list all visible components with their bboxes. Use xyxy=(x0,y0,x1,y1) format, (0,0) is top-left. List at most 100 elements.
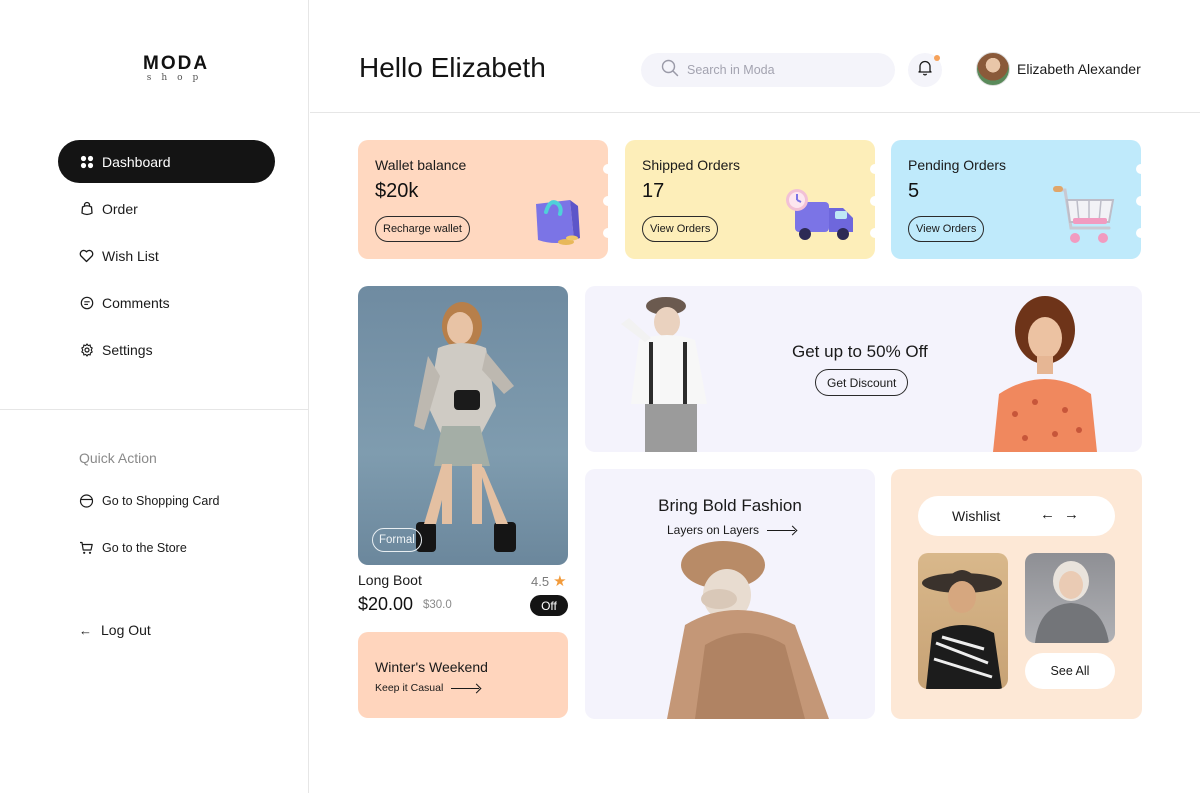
card-notch xyxy=(603,196,608,206)
card-notch xyxy=(870,164,875,174)
pending-value: 5 xyxy=(908,180,920,202)
card-notch xyxy=(870,228,875,238)
bold-fashion-card: Bring Bold Fashion Layers on Layers xyxy=(585,469,875,719)
nav-item-settings[interactable]: Settings xyxy=(58,328,275,371)
arrow-right-icon xyxy=(767,529,796,531)
promo-model-right xyxy=(993,296,1097,452)
quick-action-label: Go to Shopping Card xyxy=(102,493,220,508)
see-all-button[interactable]: See All xyxy=(1025,653,1115,689)
recharge-wallet-button[interactable]: Recharge wallet xyxy=(375,216,470,242)
winter-subtitle: Keep it Casual xyxy=(375,682,444,694)
shopping-bag-icon xyxy=(536,200,580,245)
user-profile[interactable]: Elizabeth Alexander xyxy=(976,52,1141,86)
quick-action-title: Quick Action xyxy=(79,450,157,466)
delivery-truck-icon xyxy=(786,189,853,240)
hat-model-photo xyxy=(922,570,1002,689)
heart-icon xyxy=(79,248,94,263)
quick-action-store[interactable]: Go to the Store xyxy=(79,540,187,555)
card-notch xyxy=(603,164,608,174)
promo-title: Get up to 50% Off xyxy=(792,342,928,361)
nav-label: Order xyxy=(102,200,138,217)
product-name: Long Boot xyxy=(358,572,422,588)
card-notch xyxy=(1136,228,1141,238)
card-icon xyxy=(79,493,94,508)
get-discount-button[interactable]: Get Discount xyxy=(815,369,909,396)
sidebar: MODA shop Dashboard Order Wish List Comm… xyxy=(0,0,309,793)
shipped-orders-card: Shipped Orders 17 View Orders xyxy=(625,140,875,259)
nav-label: Comments xyxy=(102,294,170,311)
wallet-label: Wallet balance xyxy=(375,157,467,173)
product-old-price: $30.0 xyxy=(423,599,452,611)
notification-button[interactable] xyxy=(908,53,942,87)
arrow-left-icon: ← xyxy=(79,622,92,638)
wishlist-header: Wishlist ← → xyxy=(918,496,1115,536)
nav-item-order[interactable]: Order xyxy=(58,187,275,230)
wishlist-item-image[interactable] xyxy=(918,553,1008,689)
bag-icon xyxy=(79,201,94,216)
rating-value: 4.5 xyxy=(531,573,550,589)
shopping-cart-icon xyxy=(1053,186,1115,243)
view-pending-orders-button[interactable]: View Orders xyxy=(908,216,985,242)
top-header: Hello Elizabeth Elizabeth Alexander xyxy=(310,0,1200,113)
quick-action-shopping-card[interactable]: Go to Shopping Card xyxy=(79,493,219,508)
nav-item-dashboard[interactable]: Dashboard xyxy=(58,140,275,183)
nav-item-comments[interactable]: Comments xyxy=(58,281,275,324)
discount-badge[interactable]: Off xyxy=(530,595,568,616)
chat-icon xyxy=(79,295,94,310)
wallet-value: $20k xyxy=(375,180,419,202)
main-nav: Dashboard Order Wish List Comments Setti… xyxy=(58,140,275,375)
search-bar[interactable] xyxy=(641,53,895,87)
bell-icon xyxy=(917,59,933,81)
product-tag[interactable]: Formal xyxy=(372,528,422,552)
card-notch xyxy=(603,228,608,238)
winter-title: Winter's Weekend xyxy=(375,659,488,675)
nav-label: Dashboard xyxy=(102,153,171,170)
sidebar-divider xyxy=(0,409,309,410)
nav-label: Settings xyxy=(102,341,153,358)
shipped-value: 17 xyxy=(642,180,665,202)
arrow-right-icon[interactable]: → xyxy=(1064,506,1079,523)
notification-dot xyxy=(934,55,940,61)
view-shipped-orders-button[interactable]: View Orders xyxy=(642,216,719,242)
sweater-model-photo xyxy=(1035,561,1109,643)
nav-item-wish-list[interactable]: Wish List xyxy=(58,234,275,277)
wishlist-item-image[interactable] xyxy=(1025,553,1115,643)
product-image[interactable]: Formal xyxy=(358,286,568,565)
quick-action-label: Go to the Store xyxy=(102,540,187,555)
brand-name: MODA xyxy=(143,53,210,74)
pending-label: Pending Orders xyxy=(908,157,1007,173)
card-notch xyxy=(870,196,875,206)
cart-icon xyxy=(79,540,94,555)
wallet-card: Wallet balance $20k Recharge wallet xyxy=(358,140,608,259)
model-photo xyxy=(414,302,516,552)
shipped-label: Shipped Orders xyxy=(642,157,741,173)
winter-weekend-card[interactable]: Winter's Weekend Keep it Casual xyxy=(358,632,568,718)
brand-sub: shop xyxy=(146,73,209,83)
brand-logo[interactable]: MODA shop xyxy=(143,53,210,83)
logout-label: Log Out xyxy=(101,622,151,638)
bold-fashion-title: Bring Bold Fashion xyxy=(658,496,802,515)
page-title: Hello Elizabeth xyxy=(359,52,546,83)
grid-icon xyxy=(79,154,94,169)
arrow-left-icon[interactable]: ← xyxy=(1040,506,1055,523)
logout-button[interactable]: ← Log Out xyxy=(79,622,151,638)
promo-model-left xyxy=(621,297,707,452)
search-input[interactable] xyxy=(687,63,877,77)
product-rating: 4.5 ★ xyxy=(531,572,567,590)
product-price: $20.00 xyxy=(358,594,414,614)
card-notch xyxy=(1136,164,1141,174)
avatar xyxy=(976,52,1010,86)
star-icon: ★ xyxy=(553,573,567,590)
search-icon xyxy=(661,59,679,82)
wishlist-title: Wishlist xyxy=(952,508,1001,524)
promo-banner: Get up to 50% Off Get Discount xyxy=(585,286,1142,452)
card-notch xyxy=(1136,196,1141,206)
bold-fashion-model xyxy=(667,541,829,719)
user-name: Elizabeth Alexander xyxy=(1017,61,1141,77)
gear-icon xyxy=(79,342,94,357)
nav-label: Wish List xyxy=(102,247,159,264)
wishlist-card: Wishlist ← → See All xyxy=(891,469,1142,719)
pending-orders-card: Pending Orders 5 View Orders xyxy=(891,140,1141,259)
winter-subtitle-row: Keep it Casual xyxy=(375,682,480,694)
arrow-right-icon xyxy=(451,687,480,689)
